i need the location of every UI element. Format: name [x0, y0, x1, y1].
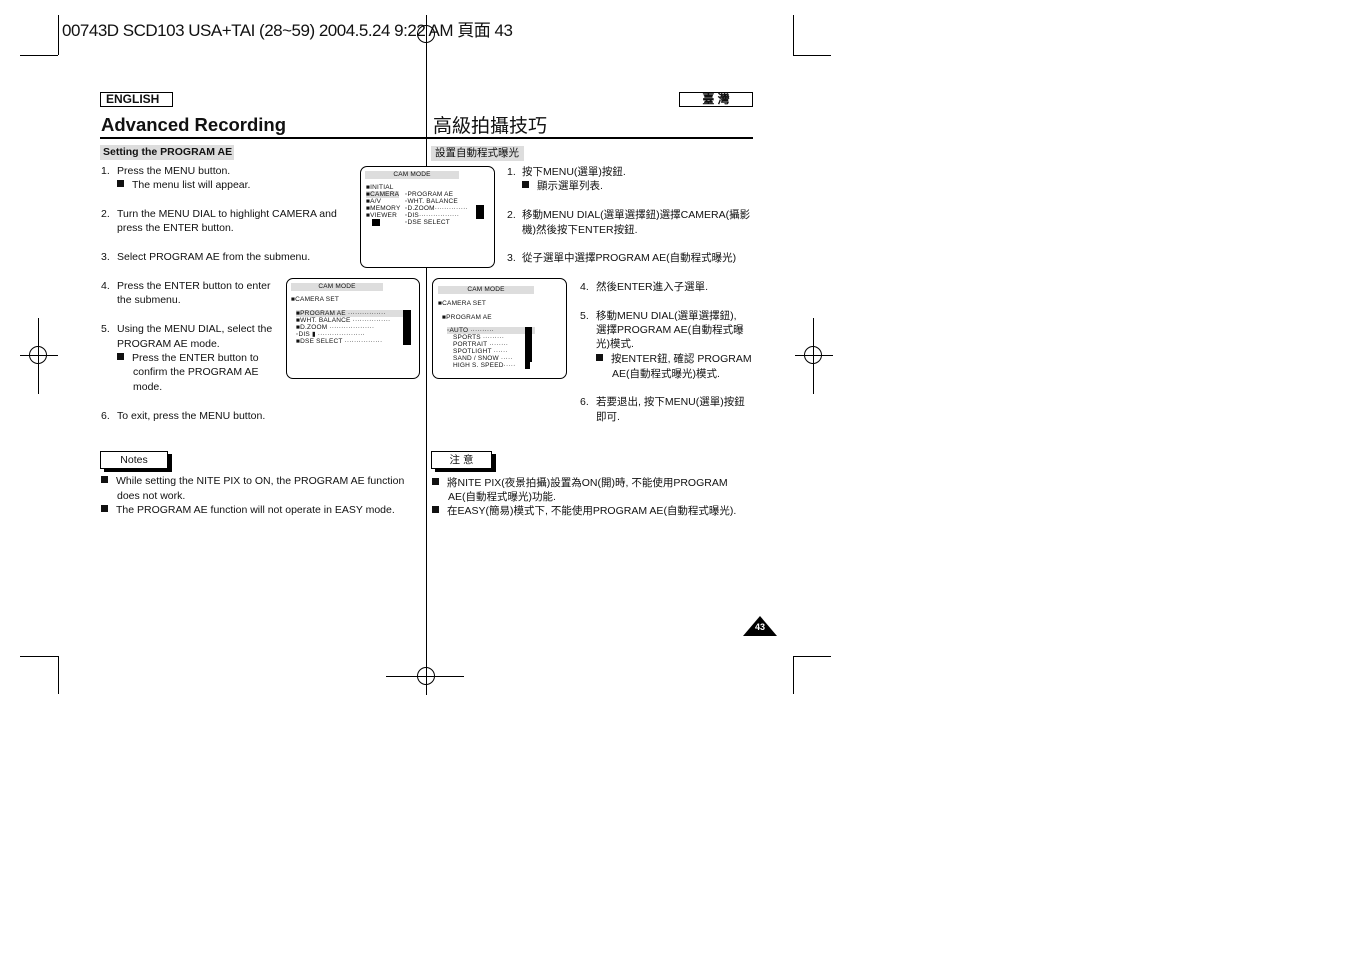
menu-screen-camera-set: CAM MODE ■CAMERA SET ■PROGRAM AE ·······… — [286, 278, 420, 379]
page-title: Advanced Recording — [101, 114, 287, 135]
taiwan-badge: 臺 灣 — [679, 92, 753, 107]
section-heading-chinese: 設置自動程式曝光 — [431, 146, 524, 161]
print-header: 00743D SCD103 USA+TAI (28~59) 2004.5.24 … — [62, 21, 513, 40]
menu-screen-program-ae: CAM MODE ■CAMERA SET ■PROGRAM AE ◦AUTO ·… — [432, 278, 567, 379]
page-number-badge: 43 — [743, 616, 777, 636]
menu-screen-cam-mode: CAM MODE ■INITIAL ■CAMERA ■A/V ■MEMORY ■… — [360, 166, 495, 268]
page-title-chinese: 高級拍攝技巧 — [433, 116, 548, 137]
section-heading: Setting the PROGRAM AE — [100, 145, 234, 160]
english-badge: ENGLISH — [100, 92, 173, 107]
notes-label-chinese: 注 意 — [431, 451, 492, 469]
notes-label: Notes — [100, 451, 168, 469]
